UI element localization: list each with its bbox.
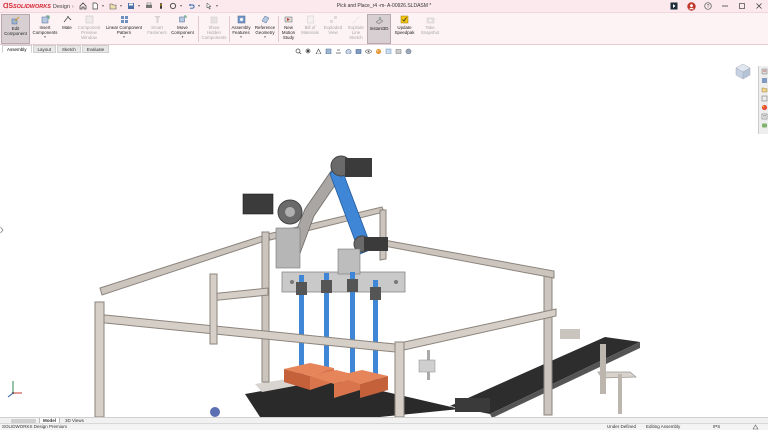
command-manager-tabs: Assembly Layout Sketch Evaluate: [0, 45, 110, 54]
reference-geometry-icon: [261, 15, 269, 24]
linear-component-pattern-button[interactable]: Linear Component Pattern ▾: [103, 14, 145, 44]
status-units[interactable]: IPS: [713, 424, 720, 430]
command-manager-ribbon: Edit Component Insert Components ▾ Mate …: [0, 13, 768, 45]
graphics-area[interactable]: [0, 54, 758, 417]
show-hidden-components-button[interactable]: Show Hidden Components: [200, 14, 228, 44]
tab-layout[interactable]: Layout: [32, 45, 57, 53]
reference-geometry-button[interactable]: Reference Geometry ▾: [253, 14, 277, 44]
chevron-down-icon[interactable]: ▾: [182, 35, 184, 39]
status-info-icon[interactable]: [752, 424, 759, 430]
custom-properties-icon[interactable]: [760, 112, 768, 120]
smart-fasteners-button[interactable]: Smart Fasteners: [146, 14, 168, 44]
exploded-view-button[interactable]: Exploded View: [322, 14, 344, 44]
preview-window-icon: [85, 15, 93, 24]
task-pane: [758, 66, 768, 134]
explode-line-sketch-icon: [352, 15, 360, 24]
solidworks-forum-icon[interactable]: [760, 121, 768, 129]
tab-sketch[interactable]: Sketch: [57, 45, 81, 53]
move-component-icon: [179, 15, 187, 23]
status-bar: SOLIDWORKS Design Premium Under Defined …: [0, 423, 768, 430]
explode-line-sketch-button[interactable]: Explode Line Sketch: [345, 14, 367, 44]
take-snapshot-button[interactable]: Take Snapshot: [418, 14, 442, 44]
linear-pattern-icon: [120, 16, 128, 23]
solidworks-resources-icon[interactable]: [760, 67, 768, 75]
assembly-features-button[interactable]: Assembly Features ▾: [230, 14, 252, 44]
status-editing[interactable]: Editing Assembly: [646, 424, 680, 430]
move-component-button[interactable]: Move Component ▾: [169, 14, 196, 44]
sensor-post[interactable]: [418, 350, 436, 380]
status-product: SOLIDWORKS Design Premium: [2, 424, 68, 429]
edit-component-icon: [11, 16, 20, 25]
edit-component-button[interactable]: Edit Component: [1, 14, 30, 44]
instant3d-button[interactable]: Instant3D: [367, 14, 391, 44]
mate-icon: [63, 16, 71, 23]
insert-components-icon: [41, 15, 49, 24]
title-bar: ᗡS SOLIDWORKS Design › ▾ ▾ ▾ ▾ ▾ ▾ Pick …: [0, 0, 768, 13]
mate-button[interactable]: Mate: [59, 14, 75, 44]
solidworks-store-icon[interactable]: [669, 1, 679, 11]
view-cube-icon[interactable]: [733, 62, 753, 80]
chevron-down-icon[interactable]: ▾: [264, 35, 266, 39]
file-explorer-icon[interactable]: [760, 85, 768, 93]
chevron-down-icon[interactable]: ▾: [44, 35, 46, 39]
new-motion-study-button[interactable]: New Motion Study: [279, 14, 298, 44]
speedpak-icon: [400, 15, 409, 24]
panel-expand-icon[interactable]: [0, 226, 4, 234]
close-icon[interactable]: [754, 1, 764, 11]
design-library-icon[interactable]: [760, 76, 768, 84]
user-icon[interactable]: [686, 1, 696, 11]
svg-text:?: ?: [707, 4, 710, 10]
camera-icon: [426, 17, 434, 24]
solidworks-window: ᗡS SOLIDWORKS Design › ▾ ▾ ▾ ▾ ▾ ▾ Pick …: [0, 0, 768, 430]
chevron-down-icon[interactable]: ▾: [240, 35, 242, 39]
exploded-view-icon: [329, 16, 337, 23]
appearances-icon[interactable]: [760, 103, 768, 111]
help-icon[interactable]: ?: [703, 1, 713, 11]
insert-components-button[interactable]: Insert Components ▾: [31, 14, 59, 44]
instant3d-icon: [375, 17, 383, 25]
component-preview-window-button[interactable]: Component Preview Window: [76, 14, 102, 44]
motion-study-icon: [284, 16, 293, 23]
bom-icon: [306, 15, 314, 24]
ribbon-separator: [198, 16, 199, 42]
view-palette-icon[interactable]: [760, 94, 768, 102]
minimize-icon[interactable]: [720, 1, 730, 11]
show-hidden-icon: [210, 16, 217, 24]
maximize-icon[interactable]: [737, 1, 747, 11]
tab-assembly[interactable]: Assembly: [2, 45, 32, 53]
pick-and-place-assembly-model[interactable]: [0, 54, 758, 417]
bill-of-materials-button[interactable]: Bill of Materials: [299, 14, 321, 44]
tab-evaluate[interactable]: Evaluate: [81, 45, 110, 53]
window-controls: ?: [669, 1, 764, 11]
chevron-down-icon[interactable]: ▾: [123, 35, 125, 39]
smart-fasteners-icon: [154, 16, 160, 23]
coordinate-triad: [7, 381, 22, 398]
status-definition: Under Defined: [607, 424, 637, 429]
update-speedpak-button[interactable]: Update Speedpak: [392, 14, 417, 44]
document-title: Pick and Place_r4 -m- A-00926.SLDASM *: [336, 3, 432, 9]
assembly-features-icon: [237, 15, 245, 24]
